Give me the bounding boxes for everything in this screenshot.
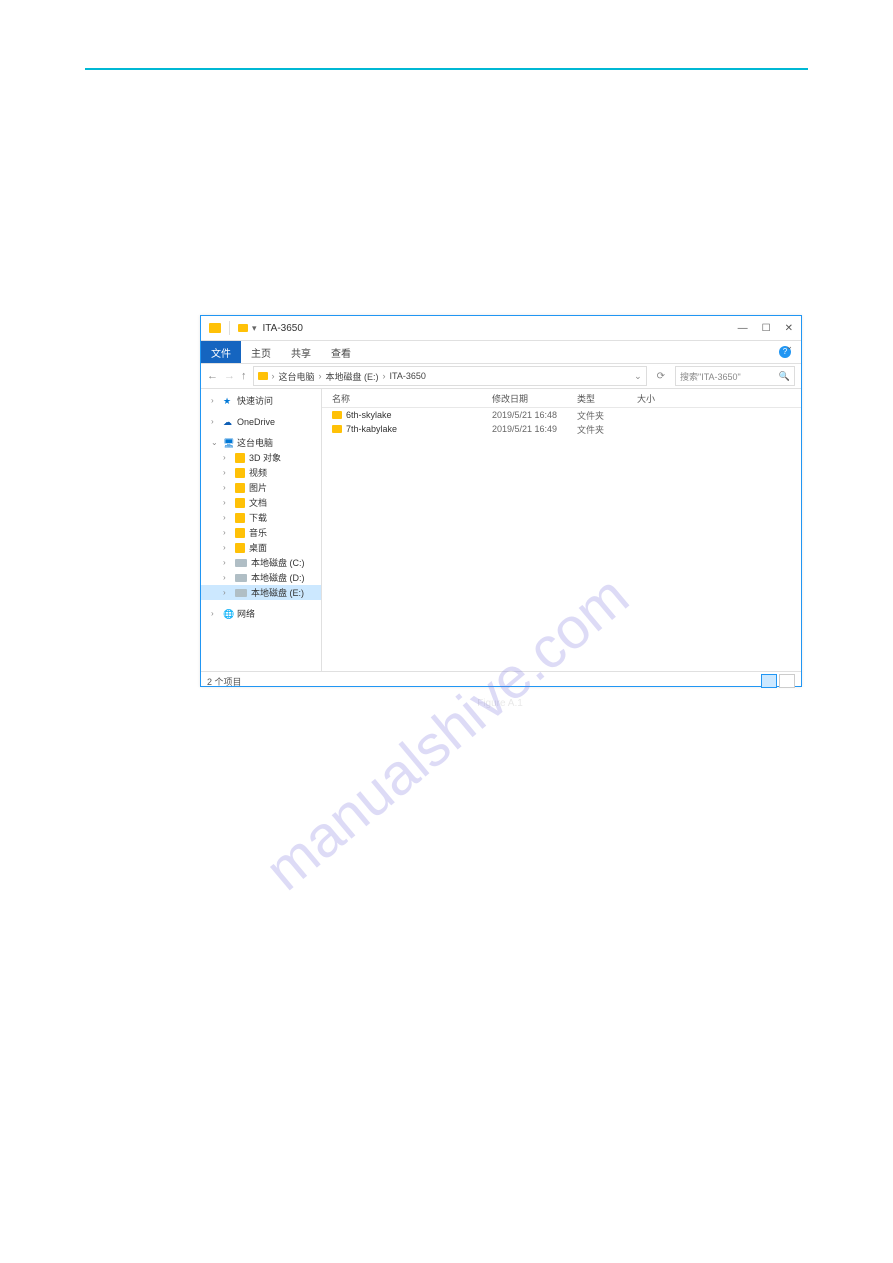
explorer-window: ▾ ITA-3650 — ☐ ✕ 文件 主页 共享 查看 ⌄ ? ← → ↑ › — [200, 315, 802, 687]
folder-icon — [235, 528, 245, 538]
tree-item[interactable]: ›图片 — [201, 480, 321, 495]
tree-onedrive[interactable]: ›☁OneDrive — [201, 414, 321, 429]
star-icon: ★ — [223, 396, 233, 406]
tab-share[interactable]: 共享 — [281, 341, 321, 363]
col-type[interactable]: 类型 — [577, 392, 637, 405]
minimize-button[interactable]: — — [738, 323, 748, 334]
chevron-right-icon[interactable]: › — [272, 371, 275, 381]
col-name[interactable]: 名称 — [322, 392, 492, 405]
tree-network[interactable]: ›🌐网络 — [201, 606, 321, 621]
drive-icon — [235, 574, 247, 582]
separator — [229, 321, 230, 335]
breadcrumb-item[interactable]: 这台电脑 — [279, 370, 315, 383]
chevron-right-icon[interactable]: › — [319, 371, 322, 381]
back-button[interactable]: ← — [207, 370, 218, 382]
tree-item[interactable]: ›音乐 — [201, 525, 321, 540]
status-bar: 2 个项目 — [201, 671, 801, 690]
nav-tree[interactable]: ›★快速访问 ›☁OneDrive ⌄🖥这台电脑 ›3D 对象 ›视频 ›图片 … — [201, 389, 322, 671]
tree-item[interactable]: ›本地磁盘 (D:) — [201, 570, 321, 585]
view-icons-button[interactable] — [779, 674, 795, 688]
folder-icon — [332, 411, 342, 419]
column-headers[interactable]: 名称 修改日期 类型 大小 — [322, 389, 801, 408]
drive-icon — [235, 559, 247, 567]
tree-item[interactable]: ›文档 — [201, 495, 321, 510]
up-button[interactable]: ↑ — [241, 370, 247, 382]
view-details-button[interactable] — [761, 674, 777, 688]
tree-item[interactable]: ›3D 对象 — [201, 450, 321, 465]
tab-file[interactable]: 文件 — [201, 341, 241, 363]
tab-view[interactable]: 查看 — [321, 341, 361, 363]
tree-quick-access[interactable]: ›★快速访问 — [201, 393, 321, 408]
header-rule — [85, 68, 808, 70]
item-count: 2 个项目 — [207, 675, 242, 688]
address-dropdown-icon[interactable]: ⌄ — [634, 371, 642, 382]
ribbon: 文件 主页 共享 查看 ⌄ ? — [201, 341, 801, 364]
figure-caption: Figure A.1 — [201, 698, 799, 709]
col-size[interactable]: 大小 — [637, 392, 697, 405]
tree-item[interactable]: ›本地磁盘 (C:) — [201, 555, 321, 570]
search-input[interactable]: 搜索"ITA-3650" 🔍 — [675, 366, 795, 386]
tree-item[interactable]: ›下载 — [201, 510, 321, 525]
titlebar[interactable]: ▾ ITA-3650 — ☐ ✕ — [201, 316, 801, 341]
folder-icon — [235, 468, 245, 478]
close-button[interactable]: ✕ — [785, 323, 793, 334]
folder-icon — [235, 543, 245, 553]
window-title: ITA-3650 — [263, 323, 303, 334]
address-bar-row: ← → ↑ › 这台电脑 › 本地磁盘 (E:) › ITA-3650 ⌄ ⟳ … — [201, 364, 801, 389]
breadcrumb-item[interactable]: 本地磁盘 (E:) — [326, 370, 379, 383]
file-row[interactable]: 7th-kabylake 2019/5/21 16:49 文件夹 — [322, 422, 801, 436]
forward-button[interactable]: → — [224, 370, 235, 382]
search-placeholder: 搜索"ITA-3650" — [680, 370, 741, 383]
breadcrumb-item[interactable]: ITA-3650 — [390, 371, 426, 381]
pc-icon: 🖥 — [223, 438, 233, 448]
refresh-button[interactable]: ⟳ — [657, 371, 665, 382]
tab-home[interactable]: 主页 — [241, 341, 281, 363]
chevron-right-icon[interactable]: › — [383, 371, 386, 381]
drive-icon — [235, 589, 247, 597]
folder-icon — [235, 513, 245, 523]
ribbon-expand-icon[interactable]: ⌄ — [785, 341, 793, 352]
folder-icon — [258, 372, 268, 380]
tree-item[interactable]: ›桌面 — [201, 540, 321, 555]
folder-icon — [235, 483, 245, 493]
breadcrumb[interactable]: › 这台电脑 › 本地磁盘 (E:) › ITA-3650 ⌄ — [253, 366, 647, 386]
folder-icon — [332, 425, 342, 433]
qat-dropdown[interactable]: ▾ — [252, 323, 257, 334]
tree-item-selected[interactable]: ›本地磁盘 (E:) — [201, 585, 321, 600]
tree-this-pc[interactable]: ⌄🖥这台电脑 — [201, 435, 321, 450]
maximize-button[interactable]: ☐ — [762, 323, 771, 334]
folder-icon[interactable] — [238, 324, 248, 332]
file-row[interactable]: 6th-skylake 2019/5/21 16:48 文件夹 — [322, 408, 801, 422]
file-list[interactable]: 名称 修改日期 类型 大小 6th-skylake 2019/5/21 16:4… — [322, 389, 801, 671]
col-date[interactable]: 修改日期 — [492, 392, 577, 405]
folder-icon — [209, 323, 221, 333]
folder-icon — [235, 453, 245, 463]
tree-item[interactable]: ›视频 — [201, 465, 321, 480]
cloud-icon: ☁ — [223, 417, 233, 427]
search-icon[interactable]: 🔍 — [779, 371, 790, 382]
folder-icon — [235, 498, 245, 508]
network-icon: 🌐 — [223, 609, 233, 619]
